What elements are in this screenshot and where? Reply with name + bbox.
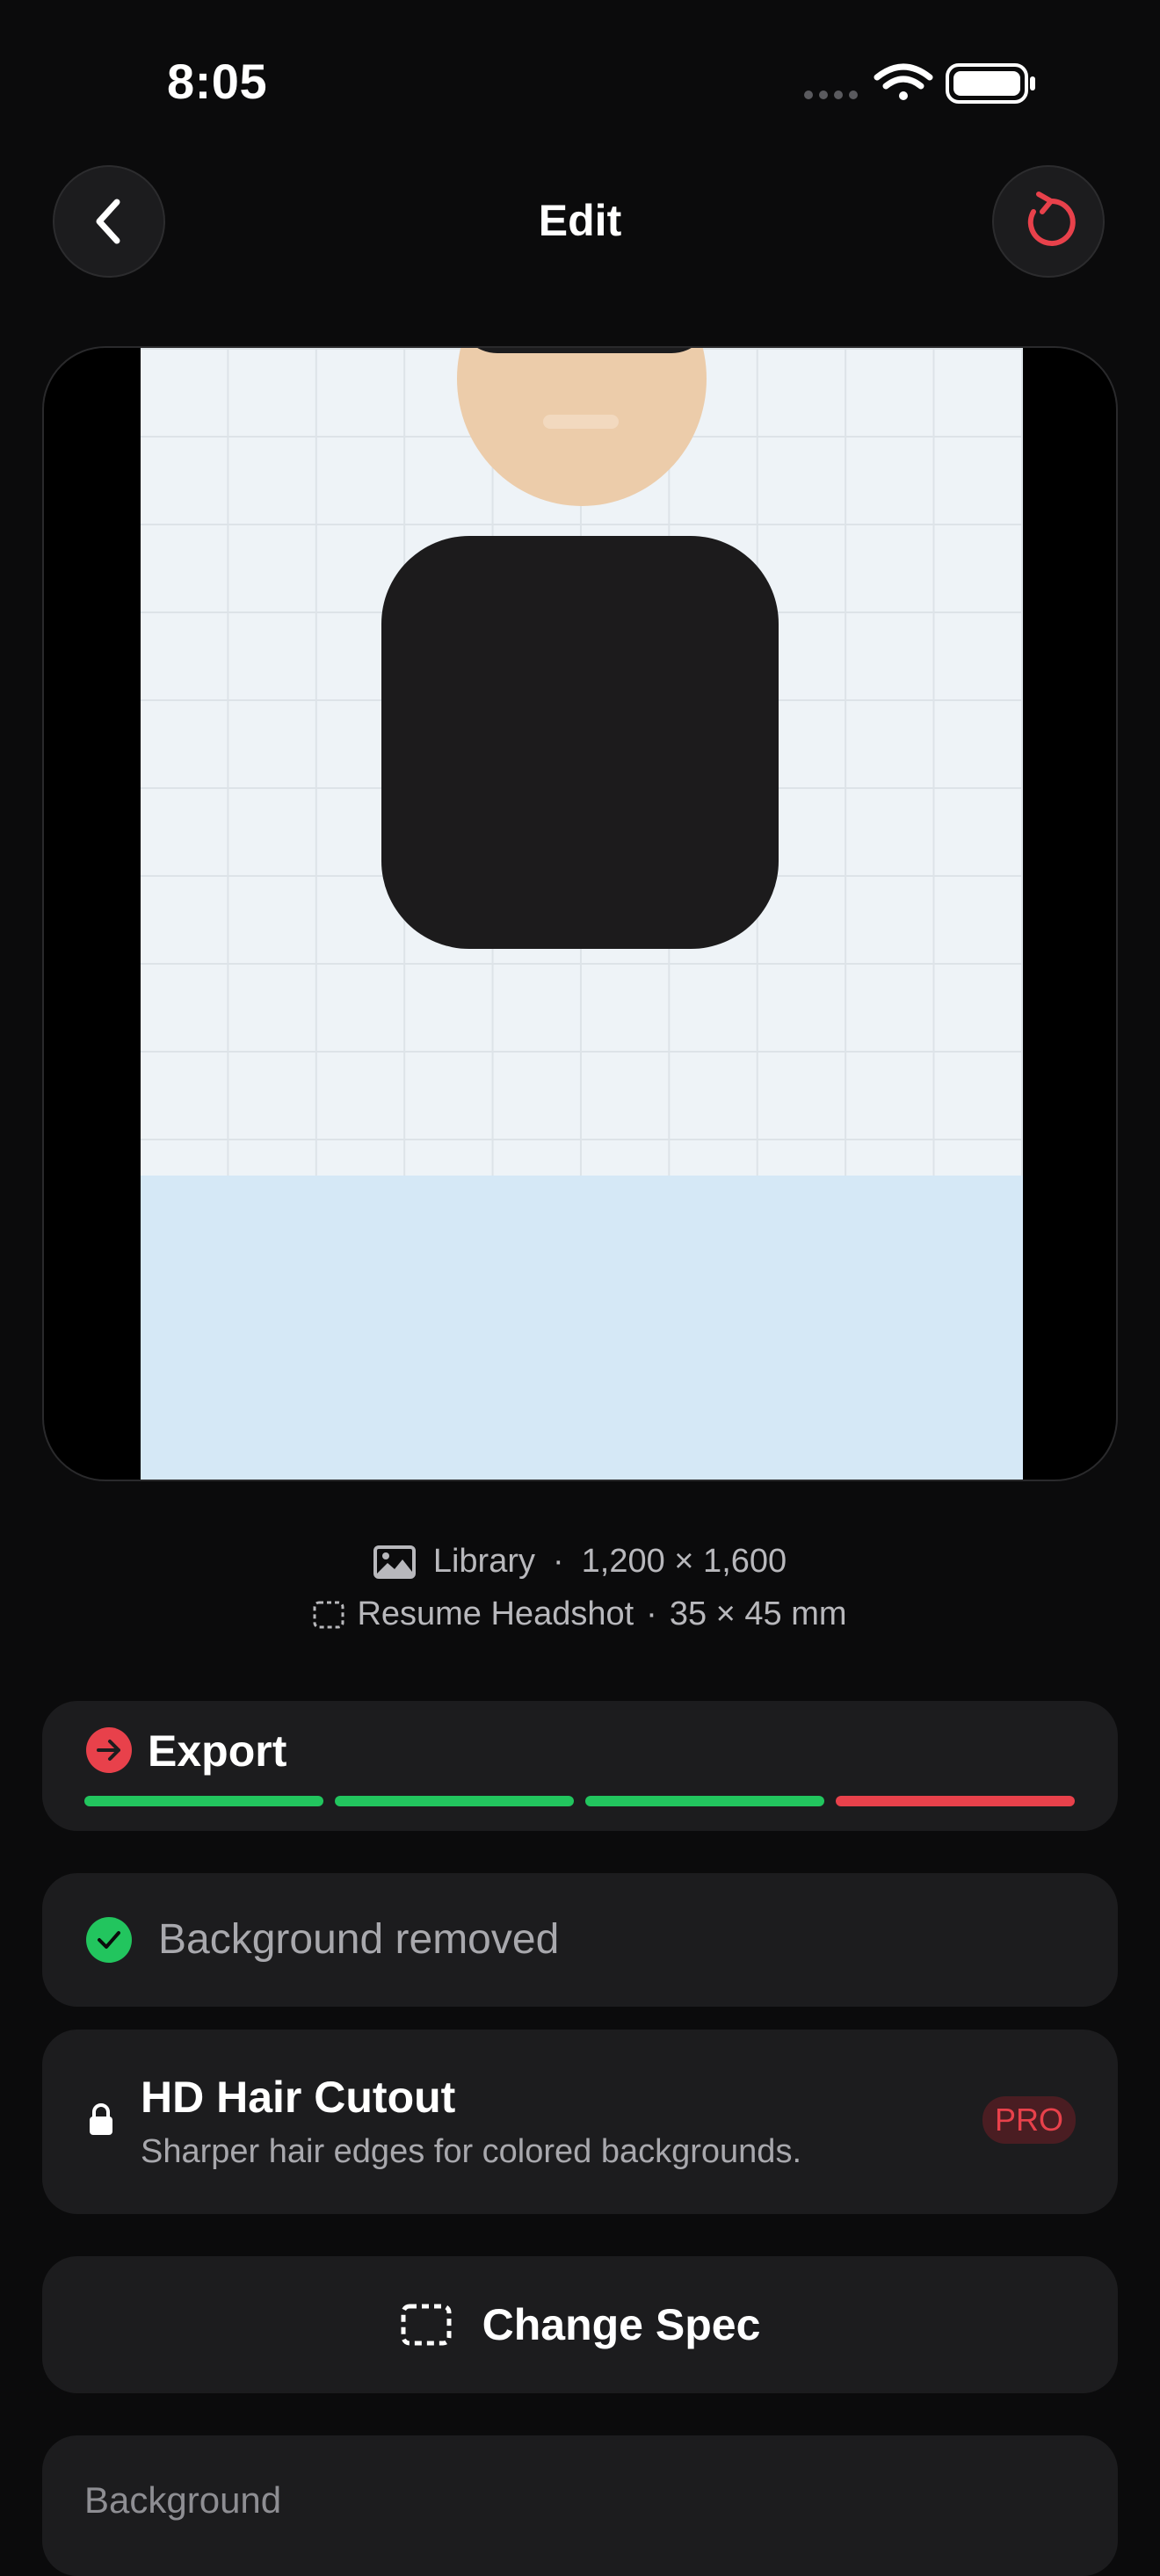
lock-icon <box>90 2103 112 2135</box>
background-removed-label: Background removed <box>158 1916 560 1963</box>
export-button[interactable]: Export <box>42 1701 1118 1831</box>
export-progress-segment <box>84 1796 323 1806</box>
export-label: Export <box>148 1726 287 1776</box>
wifi-icon <box>874 63 933 100</box>
reset-icon <box>1027 192 1076 246</box>
portrait-body <box>381 536 779 949</box>
pro-badge: PRO <box>982 2096 1076 2144</box>
dimensions-label: 1,200 × 1,600 <box>581 1543 787 1580</box>
checkmark-icon <box>86 1917 132 1963</box>
signal-dots-icon <box>804 90 858 99</box>
separator: · <box>646 1596 657 1632</box>
status-icons <box>800 62 1055 105</box>
separator: · <box>553 1543 564 1580</box>
status-time: 8:05 <box>167 54 268 109</box>
portrait-photo <box>141 348 1023 1480</box>
export-progress-segment <box>836 1796 1075 1806</box>
battery-icon <box>946 63 1035 104</box>
spec-frame-icon <box>313 1601 344 1628</box>
spec-name-label: Resume Headshot <box>357 1596 634 1632</box>
arrow-right-icon <box>86 1727 132 1773</box>
reset-button[interactable] <box>992 165 1105 278</box>
source-label: Library <box>432 1543 535 1580</box>
spec-info: Resume Headshot · 35 × 45 mm <box>0 1596 1160 1633</box>
photo-color-background <box>141 1176 1023 1480</box>
image-icon <box>373 1545 416 1579</box>
hd-hair-cutout-option[interactable]: HD Hair Cutout Sharper hair edges for co… <box>42 2030 1118 2214</box>
background-section[interactable]: Background <box>42 2435 1118 2576</box>
photo-source-info: Library · 1,200 × 1,600 <box>0 1543 1160 1581</box>
change-spec-label: Change Spec <box>482 2300 761 2349</box>
photo-preview[interactable] <box>42 346 1118 1481</box>
export-progress-segment <box>335 1796 574 1806</box>
spec-frame-icon <box>401 2304 452 2346</box>
hd-hair-subtitle: Sharper hair edges for colored backgroun… <box>141 2133 802 2170</box>
change-spec-button[interactable]: Change Spec <box>42 2256 1118 2393</box>
export-progress-segment <box>585 1796 824 1806</box>
portrait-hair <box>457 348 712 353</box>
background-removed-status: Background removed <box>42 1873 1118 2007</box>
spec-size-label: 35 × 45 mm <box>669 1596 847 1632</box>
hd-hair-title: HD Hair Cutout <box>141 2073 456 2122</box>
portrait-mouth <box>543 415 619 429</box>
background-section-label: Background <box>84 2479 282 2521</box>
page-title: Edit <box>538 196 622 245</box>
